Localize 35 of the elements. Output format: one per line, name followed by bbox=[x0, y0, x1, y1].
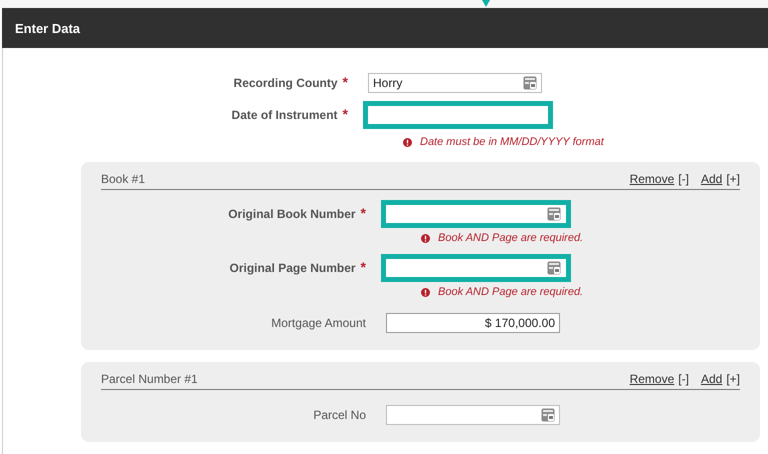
remove-mark: [-] bbox=[678, 372, 689, 386]
input-field[interactable]: Horry bbox=[368, 73, 542, 93]
pointer-arrow-icon bbox=[482, 0, 490, 8]
lookup-icon[interactable] bbox=[547, 261, 561, 275]
add-mark: [+] bbox=[726, 172, 740, 186]
error-message: Book AND Page are required. bbox=[438, 286, 584, 298]
add-mark: [+] bbox=[726, 372, 740, 386]
lookup-icon[interactable] bbox=[547, 207, 561, 221]
remove-mark: [-] bbox=[678, 172, 689, 186]
error-icon bbox=[421, 234, 430, 242]
section-title: Parcel Number #1 bbox=[101, 372, 198, 386]
field-label: Mortgage Amount bbox=[271, 316, 366, 330]
add-link[interactable]: Add bbox=[700, 172, 722, 186]
lookup-icon[interactable] bbox=[541, 408, 555, 422]
remove-link[interactable]: Remove bbox=[630, 172, 674, 186]
required-mark: * bbox=[360, 261, 366, 273]
lookup-icon[interactable] bbox=[523, 76, 537, 90]
required-mark: * bbox=[342, 108, 348, 120]
field-label: Original Book Number bbox=[228, 207, 356, 221]
field-label: Original Page Number bbox=[230, 261, 356, 275]
required-mark: * bbox=[360, 207, 366, 219]
error-icon bbox=[403, 138, 412, 146]
error-icon bbox=[421, 288, 430, 296]
remove-link[interactable]: Remove bbox=[630, 372, 674, 386]
input-field[interactable]: $ 170,000.00 bbox=[386, 313, 560, 333]
error-message: Book AND Page are required. bbox=[438, 232, 584, 244]
field-label: Date of Instrument bbox=[232, 108, 338, 122]
section-title: Book #1 bbox=[101, 172, 146, 186]
field-label: Recording County bbox=[234, 76, 338, 90]
add-link[interactable]: Add bbox=[700, 372, 722, 386]
panel-title: Enter Data bbox=[15, 20, 80, 36]
required-mark: * bbox=[342, 76, 348, 88]
input-field[interactable] bbox=[386, 405, 560, 425]
field-label: Parcel No bbox=[313, 408, 366, 422]
error-message: Date must be in MM/DD/YYYY format bbox=[420, 136, 604, 148]
